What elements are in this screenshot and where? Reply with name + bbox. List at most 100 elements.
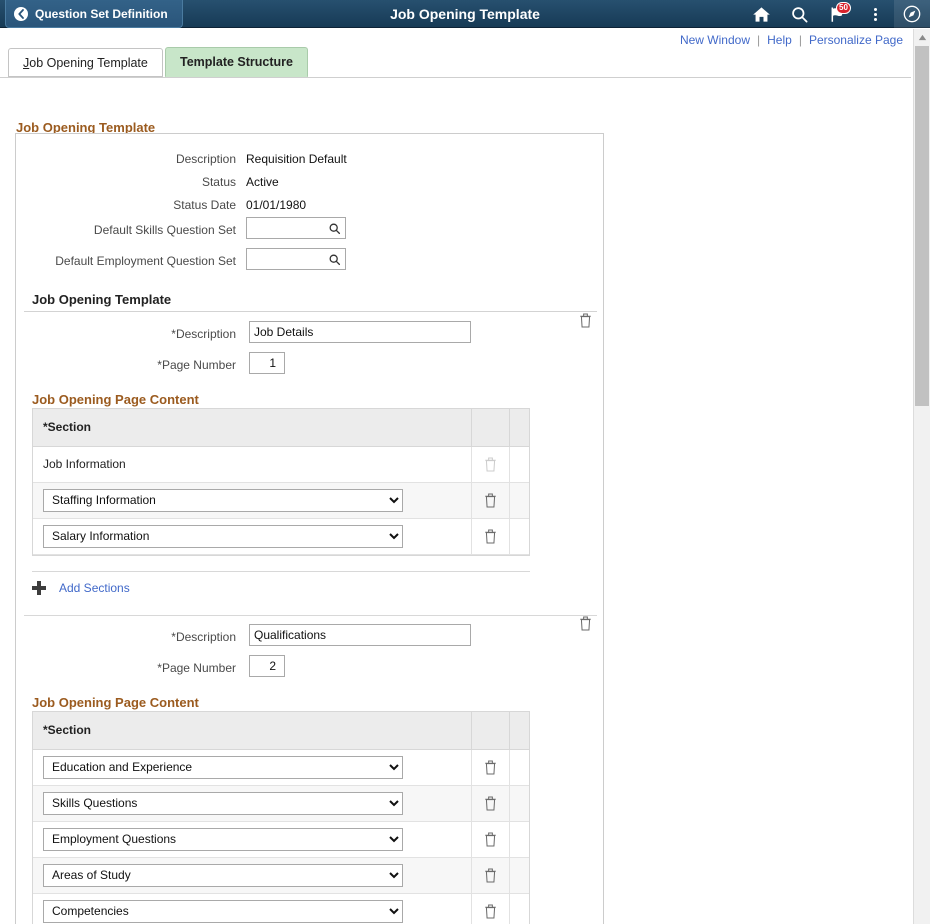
description-label: Description [16,152,236,166]
table-row: Salary Information [33,518,529,554]
row-section-dropdown[interactable]: Areas of Study [43,864,403,887]
trash-icon [484,832,497,847]
trash-icon [484,529,497,544]
scroll-up-button[interactable] [914,29,930,46]
column-header-section: *Section [33,712,472,749]
table-row: Skills Questions [33,785,529,821]
template-1-description-input[interactable] [249,321,471,343]
template-1-page-number-label: *Page Number [16,358,236,372]
search-icon [328,222,341,235]
column-header-delete [472,712,510,749]
template-1-content-title: Job Opening Page Content [32,392,199,407]
template-2-content-title: Job Opening Page Content [32,695,199,710]
template-2-section-grid: *Section Education and Experience [32,711,530,924]
row-delete-button[interactable] [482,490,500,510]
trash-icon [484,904,497,919]
trash-icon [484,868,497,883]
table-row: Competencies [33,893,529,924]
template-2-description-input[interactable] [249,624,471,646]
personalize-page-link[interactable]: Personalize Page [809,33,903,47]
column-header-spacer [509,409,529,446]
table-row: Staffing Information [33,482,529,518]
search-icon [328,253,341,266]
tab-job-opening-template[interactable]: Job Opening Template [8,48,163,77]
status-value: Active [246,175,279,189]
row-delete-button[interactable] [482,865,500,885]
home-icon[interactable] [742,0,780,28]
default-skills-question-set-label: Default Skills Question Set [16,223,236,237]
column-header-section: *Section [33,409,472,446]
row-section-dropdown[interactable]: Employment Questions [43,828,403,851]
trash-icon [484,493,497,508]
default-skills-question-set-field[interactable] [246,217,346,239]
back-button-label: Question Set Definition [35,7,168,21]
description-value: Requisition Default [246,152,347,166]
notification-badge: 50 [836,2,851,14]
header-icon-group: 50 [742,0,930,28]
template-1-divider [24,311,597,312]
search-icon[interactable] [780,0,818,28]
link-separator-2: | [799,33,802,47]
default-employment-question-set-label: Default Employment Question Set [16,254,236,268]
chevron-left-icon [14,7,28,21]
plus-icon[interactable] [32,581,46,595]
link-separator-1: | [757,33,760,47]
template-1-section-grid: *Section Job Information [32,408,530,556]
new-window-link[interactable]: New Window [680,33,750,47]
template-2-page-number-label: *Page Number [16,661,236,675]
page-scrollbar[interactable] [913,29,930,924]
scrollbar-thumb[interactable] [915,46,929,406]
default-employment-question-set-field[interactable] [246,248,346,270]
trash-icon [484,457,497,472]
grid-header-row: *Section [33,712,529,749]
trash-icon [484,796,497,811]
tab-label: ob Opening Template [29,56,148,70]
row-delete-button[interactable] [482,526,500,546]
template-2-delete-button[interactable] [576,613,594,633]
row-delete-button [482,454,500,474]
template-2-page-number-input[interactable] [249,655,285,677]
template-separator-rule [24,615,597,616]
back-button[interactable]: Question Set Definition [5,0,183,28]
status-date-label: Status Date [16,198,236,212]
row-section-dropdown[interactable]: Staffing Information [43,489,403,512]
row-section-dropdown[interactable]: Skills Questions [43,792,403,815]
help-link[interactable]: Help [767,33,792,47]
navbar-compass-icon[interactable] [894,0,930,28]
table-row: Areas of Study [33,857,529,893]
tab-label: Template Structure [180,55,293,69]
status-label: Status [16,175,236,189]
status-date-value: 01/01/1980 [246,198,306,212]
table-row: Employment Questions [33,821,529,857]
tab-bar: Job Opening Template Template Structure [0,48,911,78]
actions-menu-icon[interactable] [856,0,894,28]
column-header-spacer [509,712,529,749]
notifications-flag-icon[interactable]: 50 [818,0,856,28]
row-delete-button[interactable] [482,793,500,813]
column-header-delete [472,409,510,446]
template-2-description-label: *Description [16,630,236,644]
template-1-page-number-input[interactable] [249,352,285,374]
table-row: Education and Experience [33,749,529,785]
template-1-grid-footer-rule [32,571,530,572]
template-1-description-label: *Description [16,327,236,341]
row-section-text: Job Information [33,446,472,482]
row-section-dropdown[interactable]: Competencies [43,900,403,923]
template-panel: Description Requisition Default Status A… [15,133,604,924]
add-sections-row[interactable]: Add Sections [32,581,130,595]
app-header: Job Opening Template Question Set Defini… [0,0,930,28]
template-1-delete-button[interactable] [576,310,594,330]
row-delete-button[interactable] [482,757,500,777]
add-sections-link[interactable]: Add Sections [59,581,130,595]
row-section-dropdown[interactable]: Education and Experience [43,756,403,779]
row-delete-button[interactable] [482,829,500,849]
row-delete-button[interactable] [482,901,500,921]
page-content: Job Opening Template Description Requisi… [0,79,911,924]
trash-icon [579,616,592,631]
trash-icon [484,760,497,775]
table-row: Job Information [33,446,529,482]
subsection-title: Job Opening Template [32,292,171,307]
tab-template-structure[interactable]: Template Structure [165,47,308,77]
grid-header-row: *Section [33,409,529,446]
row-section-dropdown[interactable]: Salary Information [43,525,403,548]
